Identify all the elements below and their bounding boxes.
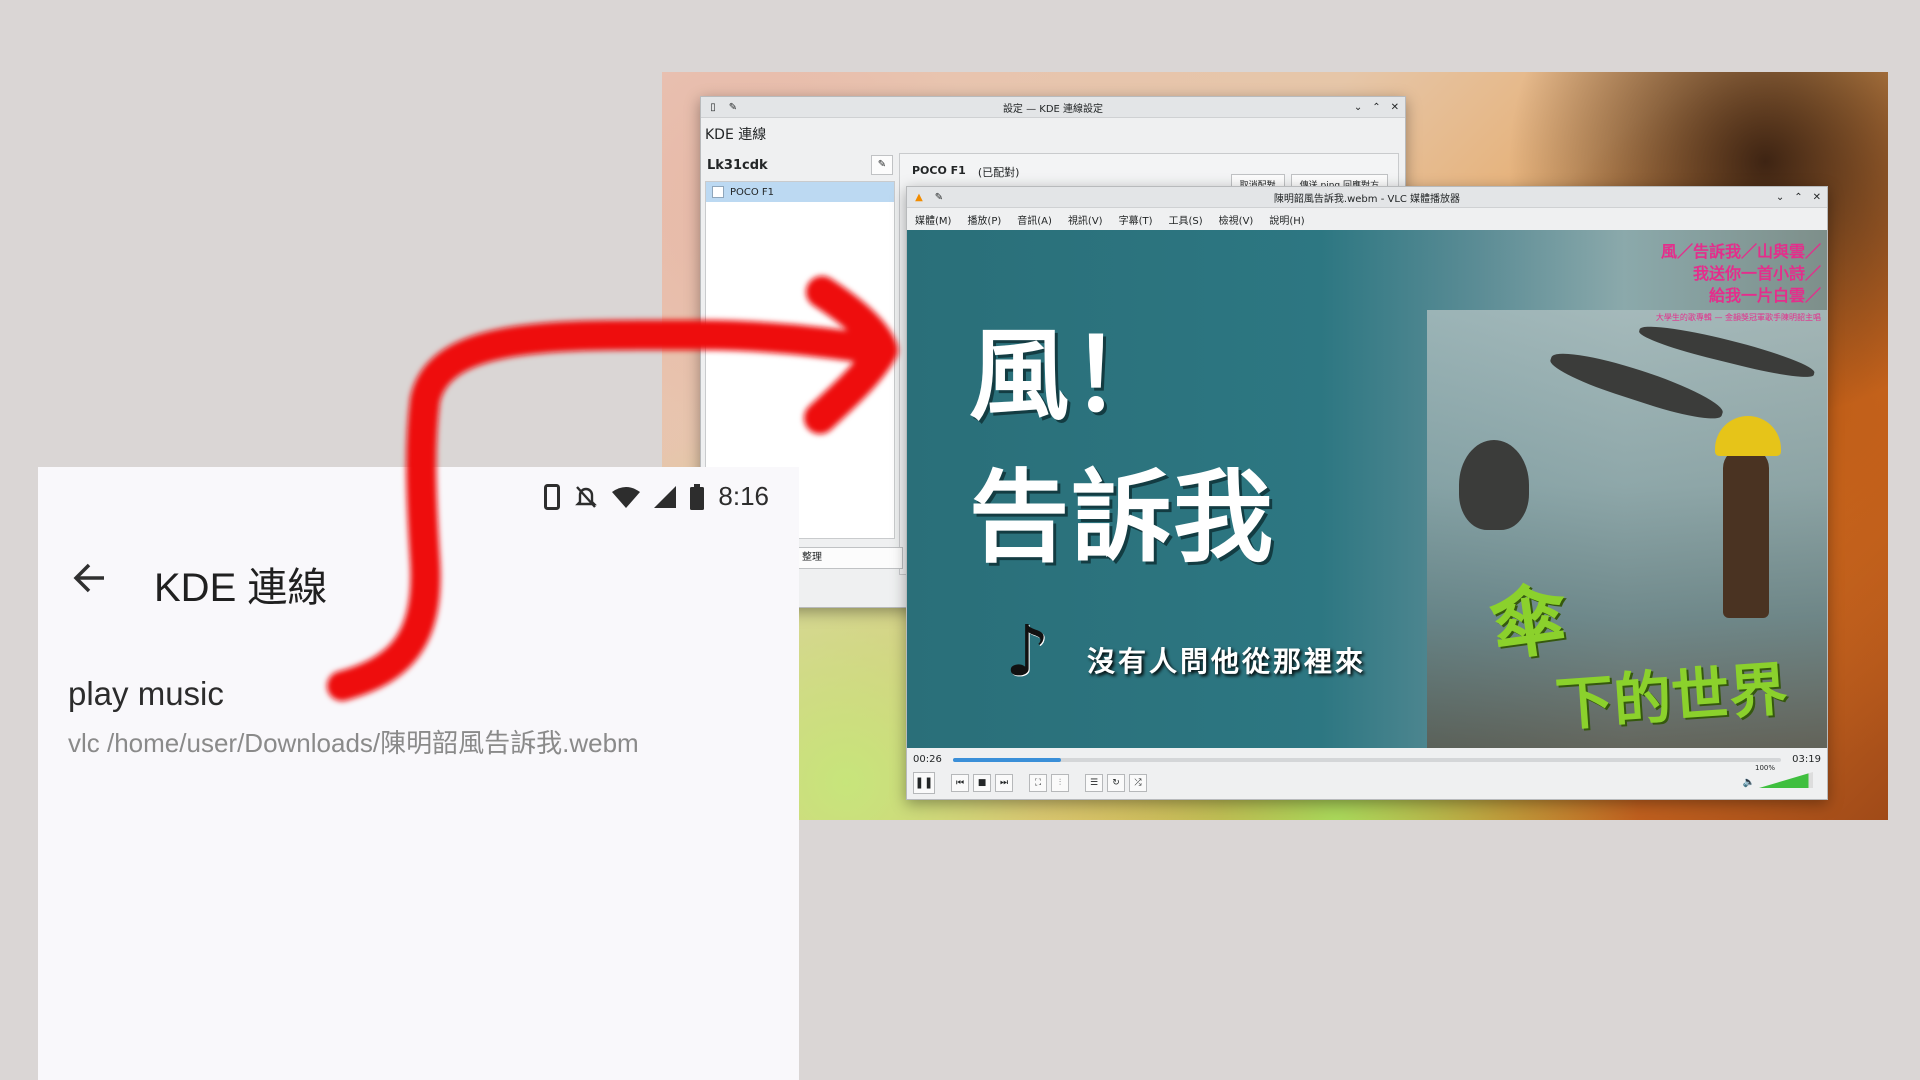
total-time: 03:19 <box>1792 754 1821 765</box>
edit-name-button[interactable]: ✎ <box>871 155 893 175</box>
video-tag-line: 給我一片白雲／ <box>1708 286 1821 305</box>
wifi-icon <box>612 486 641 508</box>
maximize-icon[interactable]: ⌃ <box>1372 102 1380 113</box>
menu-subtitle[interactable]: 字幕(T) <box>1119 212 1153 227</box>
settings-titlebar: ▯ ✎ 設定 — KDE 連線設定 ⌄ ⌃ ✕ <box>701 97 1405 118</box>
menu-video[interactable]: 視訊(V) <box>1068 212 1103 227</box>
video-boat <box>1459 440 1529 530</box>
page-title: KDE 連線 <box>154 566 328 610</box>
close-icon[interactable]: ✕ <box>1391 102 1399 113</box>
volume-label: 100% <box>1754 764 1775 772</box>
phone-screen: 8:16 KDE 連線 play music vlc /home/user/Do… <box>38 467 799 1080</box>
close-icon[interactable]: ✕ <box>1813 192 1821 203</box>
signal-icon <box>654 485 677 508</box>
playlist-icon[interactable]: ☰ <box>1085 774 1103 792</box>
pin-icon[interactable]: ✎ <box>931 192 947 203</box>
bell-off-icon <box>575 485 598 508</box>
loop-icon[interactable]: ↻ <box>1107 774 1125 792</box>
vlc-cone-icon: ▲ <box>915 191 923 203</box>
seek-bar[interactable] <box>953 758 1781 762</box>
status-time: 8:16 <box>718 481 769 511</box>
app-label: KDE 連線 <box>705 127 767 143</box>
extended-settings-icon[interactable]: ⫶ <box>1051 774 1069 792</box>
menu-audio[interactable]: 音訊(A) <box>1017 212 1052 227</box>
music-note-icon: ♪ <box>1005 610 1050 692</box>
paired-status: (已配對) <box>977 166 1020 179</box>
stop-icon[interactable]: ■ <box>973 774 991 792</box>
previous-icon[interactable]: ⏮ <box>951 774 969 792</box>
video-person <box>1723 448 1769 618</box>
vlc-window-title: 陳明韶風告訴我.webm - VLC 媒體播放器 <box>1273 193 1461 205</box>
status-bar: 8:16 <box>544 481 769 512</box>
elapsed-time: 00:26 <box>913 754 942 765</box>
shuffle-icon[interactable]: ⤮ <box>1129 774 1147 792</box>
refresh-button[interactable]: 整理 <box>795 547 903 569</box>
pause-icon[interactable]: ❚❚ <box>913 772 935 794</box>
pin-icon[interactable]: ✎ <box>725 102 741 113</box>
video-frame[interactable]: 風！ 告訴我 ♪ 沒有人問他從那裡來 風／告訴我／山與雲／ 我送你一首小詩／ 給… <box>907 230 1827 748</box>
menu-tools[interactable]: 工具(S) <box>1169 212 1203 227</box>
minimize-icon[interactable]: ⌄ <box>1354 102 1362 113</box>
video-title-line2: 告訴我 <box>969 458 1275 576</box>
album-logo-line2: 下的世界 <box>1553 654 1790 739</box>
desktop-screenshot: ▯ ✎ 設定 — KDE 連線設定 ⌄ ⌃ ✕ KDE 連線 Lk31cdk ✎… <box>662 72 1888 820</box>
maximize-icon[interactable]: ⌃ <box>1794 192 1802 203</box>
phone-icon: ▯ <box>710 101 716 113</box>
video-tag-line: 我送你一首小詩／ <box>1692 264 1821 283</box>
video-tag-small: 大學生的歌專輯 — 金韻獎冠軍歌手陳明韶主唱 <box>1655 313 1821 322</box>
menu-playback[interactable]: 播放(P) <box>967 212 1001 227</box>
settings-window-title: 設定 — KDE 連線設定 <box>1002 103 1104 115</box>
video-tag-line: 風／告訴我／山與雲／ <box>1660 242 1821 261</box>
battery-icon <box>690 483 705 510</box>
vlc-menubar: 媒體(M) 播放(P) 音訊(A) 視訊(V) 字幕(T) 工具(S) 檢視(V… <box>907 208 1827 230</box>
menu-help[interactable]: 說明(H) <box>1269 212 1304 227</box>
command-name: play music <box>68 675 224 712</box>
back-arrow-icon[interactable] <box>72 561 106 595</box>
vlc-controls: 00:26 03:19 ❚❚ ⏮ ■ ⏭ ⛶ ⫶ ☰ ↻ ⤮ 🔈 100% <box>907 748 1827 799</box>
video-subtitle: 沒有人問他從那裡來 <box>1087 645 1367 678</box>
fullscreen-icon[interactable]: ⛶ <box>1029 774 1047 792</box>
device-name-row: Lk31cdk ✎ <box>705 153 895 177</box>
next-icon[interactable]: ⏭ <box>995 774 1013 792</box>
minimize-icon[interactable]: ⌄ <box>1776 192 1784 203</box>
vlc-titlebar: ▲ ✎ 陳明韶風告訴我.webm - VLC 媒體播放器 ⌄ ⌃ ✕ <box>907 187 1827 208</box>
device-name: Lk31cdk <box>707 157 768 173</box>
device-checkbox[interactable] <box>712 186 724 198</box>
seek-bar-fill <box>953 758 1061 762</box>
device-item-label: POCO F1 <box>730 186 775 198</box>
selected-device-name: POCO F1 <box>912 164 966 177</box>
vlc-window: ▲ ✎ 陳明韶風告訴我.webm - VLC 媒體播放器 ⌄ ⌃ ✕ 媒體(M)… <box>906 186 1828 800</box>
speaker-icon[interactable]: 🔈 <box>1743 777 1755 788</box>
command-line: vlc /home/user/Downloads/陳明韶風告訴我.webm <box>68 728 639 758</box>
phone-icon <box>544 483 561 510</box>
volume-control[interactable]: 🔈 100% <box>1743 764 1813 788</box>
menu-media[interactable]: 媒體(M) <box>915 212 951 227</box>
menu-view[interactable]: 檢視(V) <box>1219 212 1254 227</box>
device-list-item[interactable]: POCO F1 <box>706 182 894 202</box>
video-title-line1: 風！ <box>969 316 1173 434</box>
volume-slider[interactable] <box>1759 772 1813 788</box>
